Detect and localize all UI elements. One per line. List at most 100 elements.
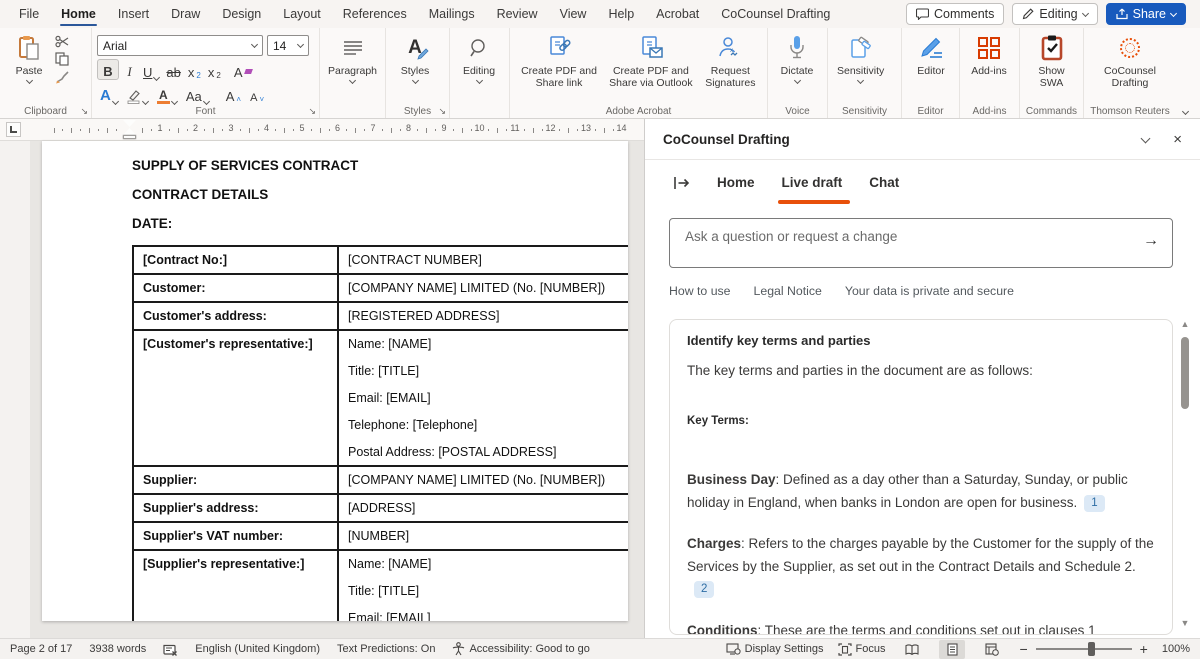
table-label-cell[interactable]: Supplier: — [133, 466, 338, 494]
zoom-level[interactable]: 100% — [1162, 643, 1190, 655]
comments-button[interactable]: Comments — [906, 3, 1004, 25]
highlight-button[interactable] — [124, 83, 151, 104]
create-pdf-share-link-button[interactable]: Create PDF and Share link — [515, 31, 603, 89]
format-painter-button[interactable] — [55, 70, 70, 84]
accessibility-status[interactable]: Accessibility: Good to go — [452, 642, 589, 656]
panel-close-icon[interactable]: × — [1173, 131, 1182, 148]
tab-home[interactable]: Home — [717, 175, 755, 192]
doc-heading[interactable]: CONTRACT DETAILS — [132, 187, 628, 202]
menu-item-layout[interactable]: Layout — [272, 0, 332, 28]
italic-button[interactable]: I — [120, 59, 139, 80]
page-indicator[interactable]: Page 2 of 17 — [10, 643, 72, 655]
font-dialog-launcher-icon[interactable]: ↘ — [308, 106, 316, 117]
first-line-indent-marker[interactable] — [123, 120, 136, 127]
menu-item-file[interactable]: File — [8, 0, 50, 28]
zoom-in-button[interactable]: + — [1140, 641, 1148, 657]
tab-live-draft[interactable]: Live draft — [782, 175, 843, 192]
font-color-button[interactable]: A — [154, 83, 180, 104]
display-settings-button[interactable]: Display Settings — [726, 643, 824, 655]
styles-button[interactable]: A Styles — [391, 31, 439, 83]
paste-button[interactable]: Paste — [5, 31, 53, 83]
menu-item-mailings[interactable]: Mailings — [418, 0, 486, 28]
table-label-cell[interactable]: Supplier's VAT number: — [133, 522, 338, 550]
ask-input[interactable] — [669, 218, 1173, 268]
subscript-button[interactable]: x2 — [185, 59, 204, 80]
share-button[interactable]: Share — [1106, 3, 1186, 25]
menu-item-references[interactable]: References — [332, 0, 418, 28]
horizontal-ruler[interactable]: 1234567891011121314 — [0, 119, 644, 141]
table-value-cell[interactable]: [COMPANY NAME] LIMITED (No. [NUMBER]) — [338, 466, 628, 494]
web-layout-button[interactable] — [979, 640, 1005, 659]
editing-button[interactable]: Editing — [455, 31, 503, 83]
editing-mode-button[interactable]: Editing — [1012, 3, 1097, 25]
table-value-cell[interactable]: Name: [NAME]Title: [TITLE]Email: [EMAIL]… — [338, 330, 628, 466]
legal-notice-link[interactable]: Legal Notice — [754, 284, 822, 298]
expand-panel-icon[interactable] — [673, 176, 690, 190]
table-label-cell[interactable]: Customer's address: — [133, 302, 338, 330]
create-pdf-share-outlook-button[interactable]: Create PDF and Share via Outlook — [603, 31, 699, 89]
styles-dialog-launcher-icon[interactable]: ↘ — [438, 106, 446, 117]
word-count[interactable]: 3938 words — [89, 643, 146, 655]
table-label-cell[interactable]: [Customer's representative:] — [133, 330, 338, 466]
zoom-slider[interactable] — [1036, 648, 1132, 650]
cut-button[interactable] — [55, 35, 70, 48]
request-signatures-button[interactable]: x Request Signatures — [699, 31, 762, 89]
superscript-button[interactable]: x2 — [205, 59, 224, 80]
menu-item-cocounsel-drafting[interactable]: CoCounsel Drafting — [710, 0, 841, 28]
copy-button[interactable] — [55, 52, 70, 66]
table-label-cell[interactable]: [Supplier's representative:] — [133, 550, 338, 621]
shrink-font-button[interactable]: A˅ — [247, 83, 267, 104]
text-predictions[interactable]: Text Predictions: On — [337, 643, 435, 655]
text-effects-button[interactable]: A — [97, 83, 121, 104]
menu-item-draw[interactable]: Draw — [160, 0, 211, 28]
editor-button[interactable]: Editor — [907, 31, 955, 77]
zoom-out-button[interactable]: − — [1019, 641, 1027, 657]
print-layout-button[interactable] — [939, 640, 965, 659]
clipboard-dialog-launcher-icon[interactable]: ↘ — [80, 106, 88, 117]
scroll-up-icon[interactable]: ▲ — [1181, 319, 1190, 329]
collapse-ribbon-icon[interactable] — [1182, 108, 1189, 115]
dictate-button[interactable]: Dictate — [773, 31, 821, 83]
menu-item-review[interactable]: Review — [486, 0, 549, 28]
proofing-errors-icon[interactable] — [163, 643, 178, 656]
table-value-cell[interactable]: [CONTRACT NUMBER] — [338, 246, 628, 274]
table-value-cell[interactable]: [NUMBER] — [338, 522, 628, 550]
menu-item-help[interactable]: Help — [597, 0, 645, 28]
bold-button[interactable]: B — [97, 59, 119, 80]
menu-item-design[interactable]: Design — [211, 0, 272, 28]
addins-button[interactable]: Add-ins — [965, 31, 1013, 77]
table-value-cell[interactable]: Name: [NAME]Title: [TITLE]Email: [EMAIL]… — [338, 550, 628, 621]
submit-arrow-icon[interactable]: → — [1143, 232, 1159, 250]
language-indicator[interactable]: English (United Kingdom) — [195, 643, 320, 655]
show-swa-button[interactable]: Show SWA — [1025, 31, 1078, 89]
zoom-slider-thumb[interactable] — [1088, 642, 1095, 656]
menu-item-insert[interactable]: Insert — [107, 0, 160, 28]
table-value-cell[interactable]: [REGISTERED ADDRESS] — [338, 302, 628, 330]
card-scrollbar[interactable]: ▲ ▼ — [1179, 319, 1191, 628]
cocounsel-drafting-button[interactable]: CoCounsel Drafting — [1089, 31, 1171, 89]
change-case-button[interactable]: Aa — [183, 83, 212, 104]
hanging-indent-marker[interactable] — [123, 128, 136, 135]
scrollbar-thumb[interactable] — [1181, 337, 1189, 409]
citation-pill[interactable]: 2 — [694, 581, 714, 598]
left-indent-marker[interactable] — [123, 135, 136, 139]
doc-heading[interactable]: SUPPLY OF SERVICES CONTRACT — [132, 158, 628, 173]
tab-chat[interactable]: Chat — [869, 175, 899, 192]
doc-heading[interactable]: DATE: — [132, 216, 628, 231]
citation-pill[interactable]: 1 — [1084, 495, 1104, 512]
menu-item-home[interactable]: Home — [50, 0, 107, 28]
table-value-cell[interactable]: [COMPANY NAME] LIMITED (No. [NUMBER]) — [338, 274, 628, 302]
menu-item-view[interactable]: View — [549, 0, 598, 28]
tab-stop-selector[interactable] — [6, 122, 21, 137]
clear-formatting-button[interactable]: A — [231, 59, 255, 80]
table-label-cell[interactable]: Customer: — [133, 274, 338, 302]
grow-font-button[interactable]: A˄ — [223, 83, 244, 104]
scroll-down-icon[interactable]: ▼ — [1181, 618, 1190, 628]
strikethrough-button[interactable]: ab — [163, 59, 183, 80]
panel-chevron-down-icon[interactable] — [1141, 133, 1151, 143]
font-name-select[interactable]: Arial — [97, 35, 263, 56]
focus-button[interactable]: Focus — [838, 643, 886, 656]
table-label-cell[interactable]: Supplier's address: — [133, 494, 338, 522]
table-label-cell[interactable]: [Contract No:] — [133, 246, 338, 274]
font-size-select[interactable]: 14 — [267, 35, 309, 56]
